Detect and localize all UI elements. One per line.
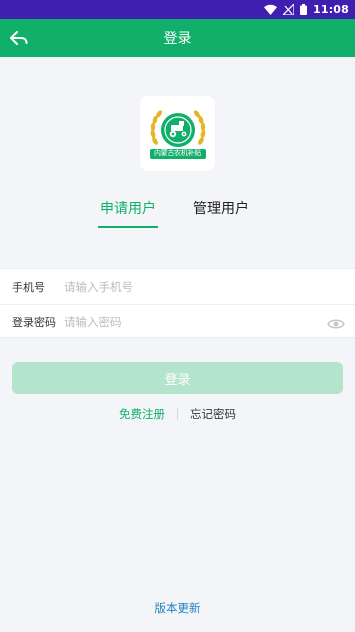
- phone-input[interactable]: [64, 279, 355, 294]
- app-logo: 内蒙古农机补贴: [140, 96, 215, 171]
- logo-text: 内蒙古农机补贴: [154, 149, 201, 157]
- phone-row: 手机号: [0, 269, 355, 304]
- tab-label: 申请用户: [100, 201, 156, 217]
- battery-icon: [299, 4, 307, 15]
- status-time: 11:08: [312, 3, 349, 16]
- tab-label: 管理用户: [193, 201, 249, 217]
- version-update-link[interactable]: 版本更新: [0, 600, 355, 616]
- password-row: 登录密码: [0, 304, 355, 339]
- user-type-tabs: 申请用户 管理用户: [0, 198, 355, 232]
- tab-applicant-user[interactable]: 申请用户: [98, 198, 158, 232]
- wifi-icon: [263, 4, 277, 15]
- auth-links: 免费注册 忘记密码: [0, 405, 355, 423]
- register-link[interactable]: 免费注册: [119, 406, 165, 422]
- forgot-password-link[interactable]: 忘记密码: [190, 406, 236, 422]
- show-password-eye-icon[interactable]: [327, 316, 345, 330]
- link-divider: [177, 408, 178, 420]
- phone-label: 手机号: [12, 280, 45, 294]
- login-form: 手机号 登录密码: [0, 268, 355, 338]
- tab-admin-user[interactable]: 管理用户: [190, 198, 252, 232]
- login-button[interactable]: 登录: [12, 362, 343, 394]
- status-bar: 11:08: [0, 0, 355, 19]
- active-tab-indicator: [98, 226, 158, 228]
- password-label: 登录密码: [12, 316, 56, 329]
- signal-icon: [282, 4, 294, 15]
- password-input[interactable]: [64, 315, 355, 329]
- app-bar: 登录: [0, 19, 355, 57]
- page-title: 登录: [163, 31, 192, 47]
- back-arrow-icon[interactable]: [8, 27, 30, 49]
